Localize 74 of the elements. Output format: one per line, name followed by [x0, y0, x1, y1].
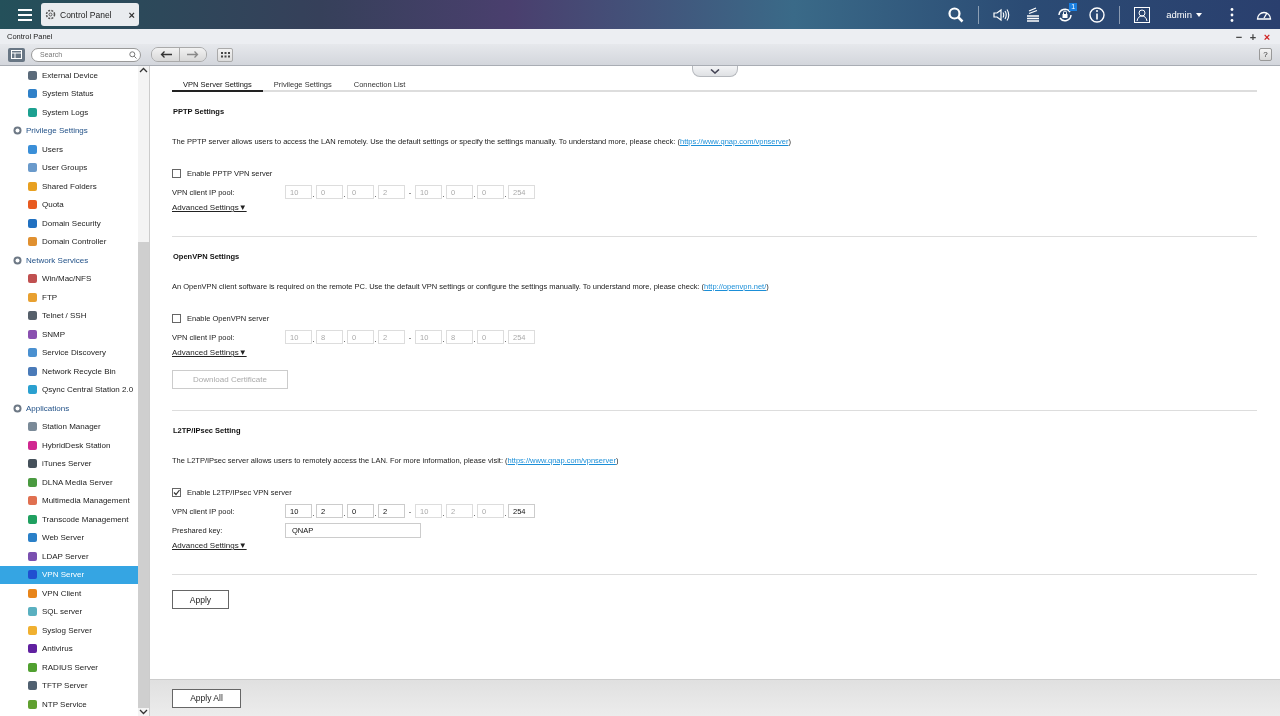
scrollbar-thumb[interactable] — [138, 242, 149, 708]
group-label: Privilege Settings — [26, 126, 88, 136]
group-icon — [13, 403, 22, 413]
sidebar-item[interactable]: System Logs — [0, 103, 138, 122]
apply-all-button[interactable]: Apply All — [172, 688, 241, 708]
sidebar-item[interactable]: Transcode Management — [0, 510, 138, 529]
grid-icon[interactable] — [220, 51, 230, 58]
group-label: Network Services — [26, 255, 89, 265]
gear-icon — [45, 9, 56, 20]
sidebar-item[interactable]: Syslog Server — [0, 621, 138, 640]
sidebar-item[interactable]: SQL server — [0, 602, 138, 621]
app-tab[interactable]: Control Panel × — [41, 3, 139, 26]
help-button[interactable]: ? — [1259, 48, 1272, 61]
sidebar-item[interactable]: User Groups — [0, 158, 138, 177]
sidebar-item[interactable]: RADIUS Server — [0, 658, 138, 677]
sidebar-item[interactable]: Domain Security — [0, 214, 138, 233]
user-icon[interactable] — [1133, 5, 1152, 24]
advanced-settings-link[interactable]: Advanced Settings▼ — [172, 541, 247, 550]
back-button[interactable] — [152, 48, 179, 61]
group-icon — [13, 255, 22, 265]
close-tab-button[interactable]: × — [128, 8, 135, 21]
sidebar-item[interactable]: Antivirus — [0, 639, 138, 658]
right-arrow-icon[interactable] — [187, 51, 199, 58]
checkbox[interactable] — [172, 488, 181, 497]
sidebar-item[interactable]: DLNA Media Server — [0, 473, 138, 492]
info-icon[interactable] — [1088, 5, 1107, 24]
user-name[interactable]: admin — [1166, 9, 1192, 20]
apply-button[interactable]: Apply — [172, 590, 229, 609]
sidebar-group-header[interactable]: Privilege Settings — [0, 121, 138, 140]
sidebar-item[interactable]: Service Discovery — [0, 343, 138, 362]
chevron-down-icon[interactable] — [710, 68, 720, 74]
sidebar-item[interactable]: Domain Controller — [0, 232, 138, 251]
checkbox[interactable] — [172, 169, 181, 178]
close-button[interactable]: × — [1260, 30, 1274, 43]
checkbox[interactable] — [172, 314, 181, 323]
group-icon — [13, 126, 22, 136]
sidebar-item[interactable]: HybridDesk Station — [0, 436, 138, 455]
sidebar-group-header[interactable]: Applications — [0, 399, 138, 418]
scroll-up-icon[interactable] — [139, 66, 148, 74]
sidebar-item[interactable]: Network Recycle Bin — [0, 362, 138, 381]
sidebar-item[interactable]: NTP Service — [0, 695, 138, 714]
sidebar-item[interactable]: Qsync Central Station 2.0 — [0, 380, 138, 399]
sidebar-item[interactable]: VPN Client — [0, 584, 138, 603]
advanced-settings-link[interactable]: Advanced Settings▼ — [172, 348, 247, 357]
sidebar-item[interactable]: Users — [0, 140, 138, 159]
sidebar-item[interactable]: iTunes Server — [0, 454, 138, 473]
sidebar-item[interactable]: FTP — [0, 288, 138, 307]
sidebar-item[interactable]: Station Manager — [0, 417, 138, 436]
scroll-down-icon[interactable] — [139, 708, 148, 716]
advanced-settings-link[interactable]: Advanced Settings▼ — [172, 203, 247, 212]
collapse-handle[interactable] — [692, 66, 738, 77]
caret-icon[interactable] — [1196, 12, 1202, 17]
sidebar-item[interactable]: LDAP Server — [0, 547, 138, 566]
checkmark-icon — [173, 489, 180, 496]
sidebar-item[interactable]: TFTP Server — [0, 676, 138, 695]
app-tab-title: Control Panel — [60, 9, 113, 20]
search-icon[interactable] — [129, 50, 137, 59]
minimize-button[interactable]: − — [1232, 30, 1246, 43]
sidebar-item[interactable]: Quota — [0, 195, 138, 214]
apps-grid-button[interactable] — [217, 47, 233, 62]
sidebar-group-header[interactable]: Network Services — [0, 251, 138, 270]
sidebar-item[interactable]: Shared Folders — [0, 177, 138, 196]
left-arrow-icon[interactable] — [159, 51, 172, 58]
sidebar-item[interactable]: Win/Mac/NFS — [0, 269, 138, 288]
search-icon[interactable] — [947, 5, 966, 24]
sidebar-item[interactable]: Telnet / SSH — [0, 306, 138, 325]
sidebar-item[interactable]: System Status — [0, 84, 138, 103]
group-label: Applications — [26, 403, 70, 413]
sidebar-item[interactable]: SNMP — [0, 325, 138, 344]
maximize-button[interactable]: + — [1246, 30, 1260, 43]
sidebar-item[interactable]: Web Server — [0, 528, 138, 547]
menu-icon[interactable] — [18, 8, 32, 21]
sidebar-item[interactable]: External Device — [0, 66, 138, 85]
sidebar-item[interactable]: Multimedia Management — [0, 491, 138, 510]
